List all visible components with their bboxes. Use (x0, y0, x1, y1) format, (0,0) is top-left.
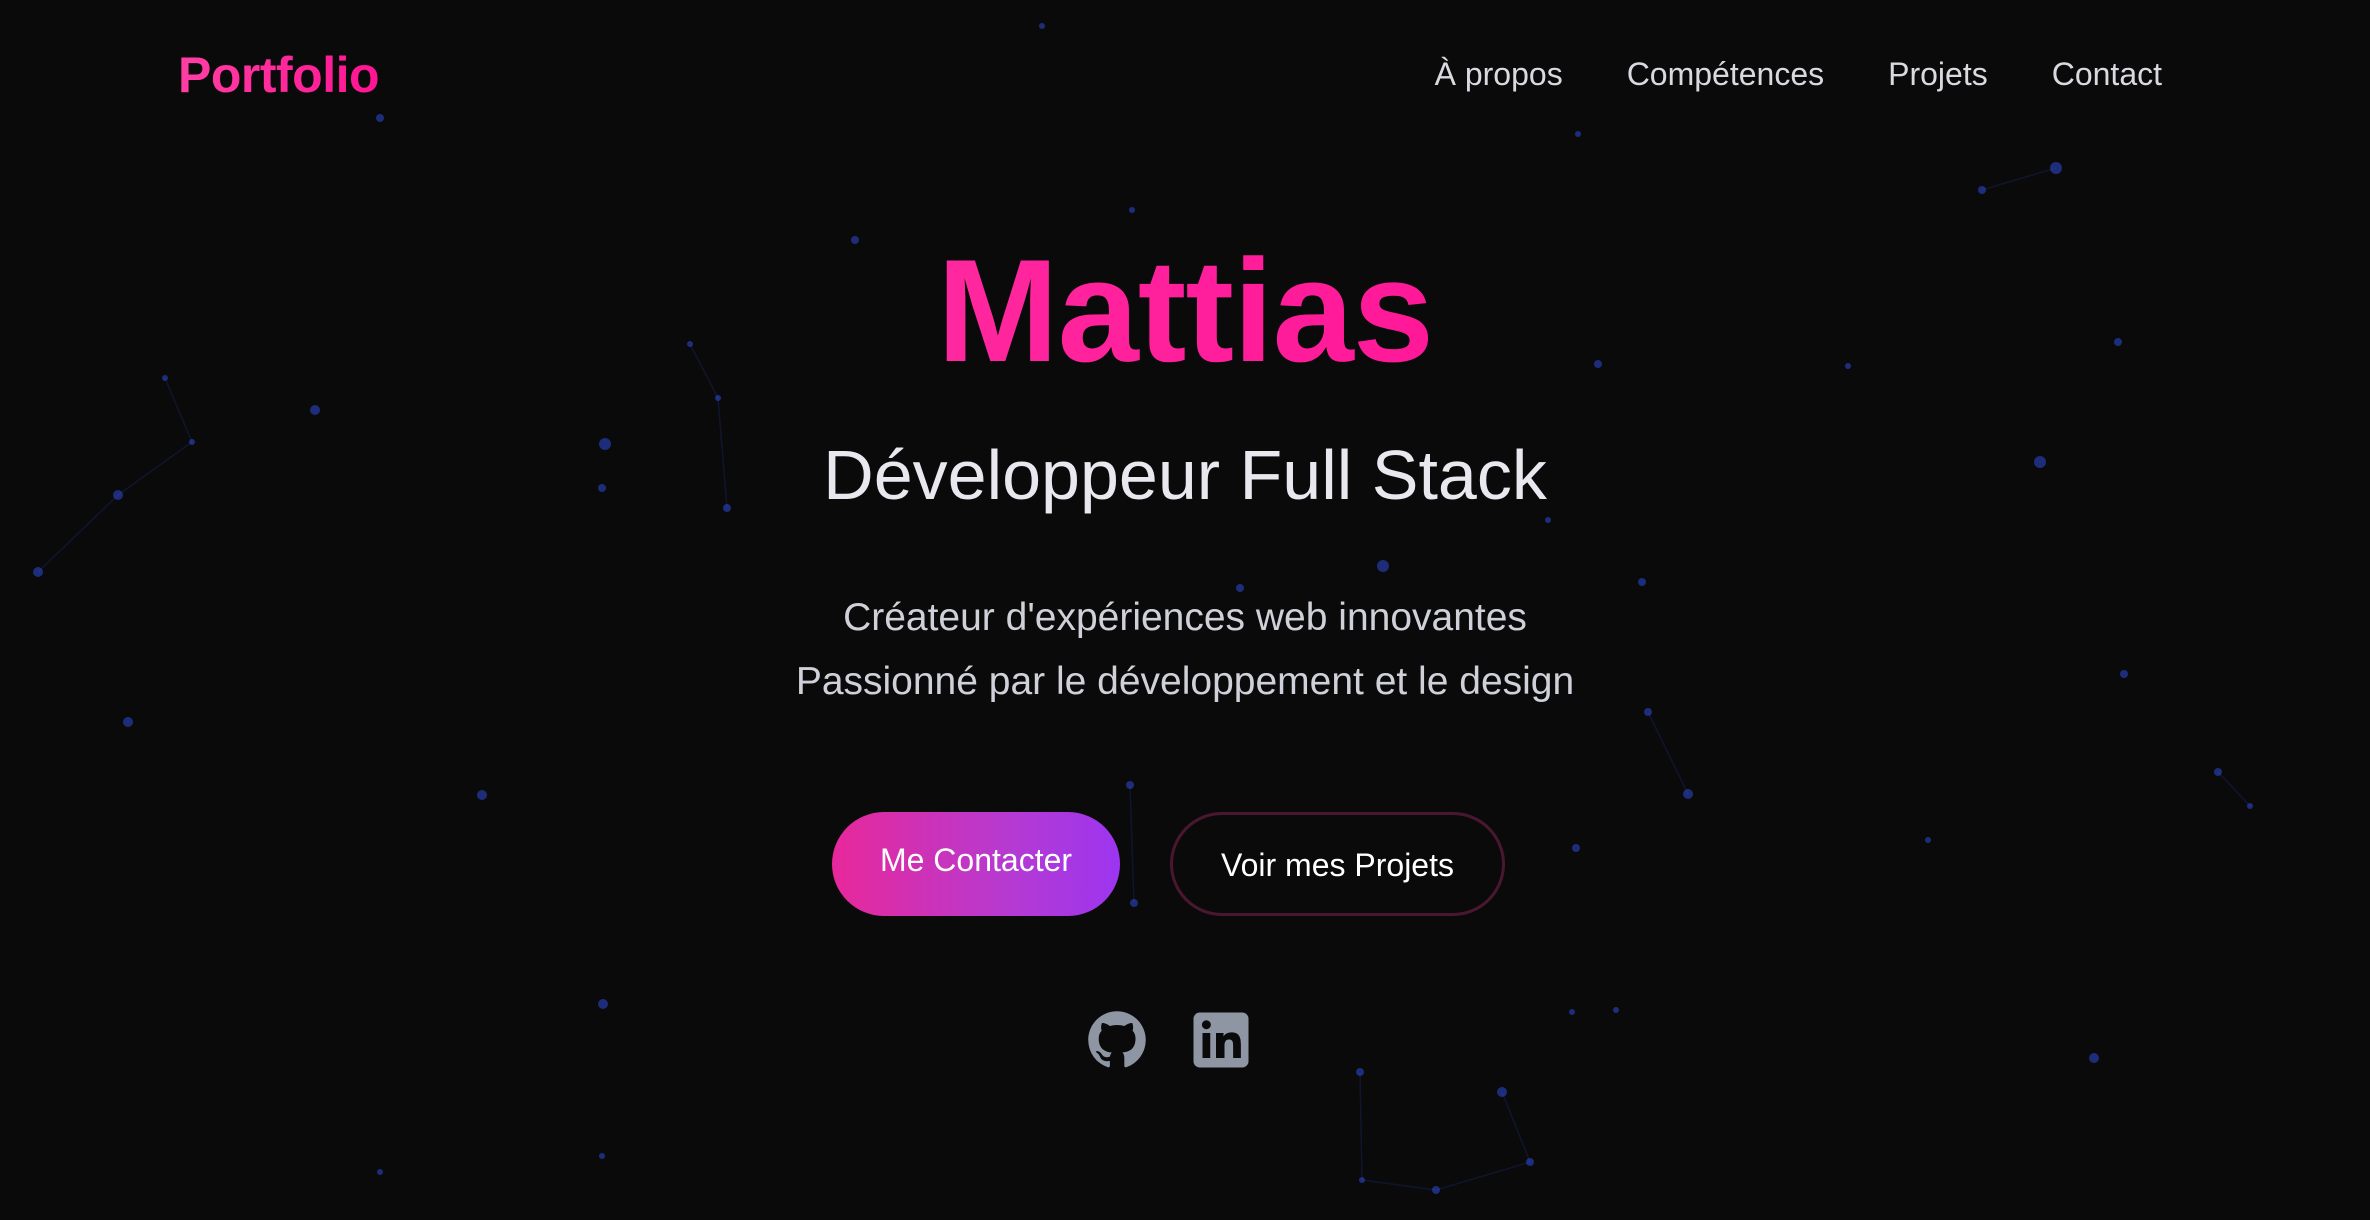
particle-dot (1683, 789, 1693, 799)
particle-link (1129, 784, 1135, 904)
particle-link (2217, 771, 2251, 807)
linkedin-link[interactable] (1191, 1010, 1251, 1070)
particle-dot (1569, 1009, 1575, 1015)
nav-link-skills[interactable]: Compétences (1627, 56, 1824, 93)
particle-link (1501, 1091, 1531, 1163)
particle-dot (2050, 162, 2062, 174)
particle-dot (2089, 1053, 2099, 1063)
particle-dot (310, 405, 320, 415)
particle-dot (1545, 517, 1551, 523)
view-projects-button[interactable]: Voir mes Projets (1170, 812, 1505, 916)
particle-dot (1925, 837, 1931, 843)
particle-dot (1377, 560, 1389, 572)
page: Portfolio À propos Compétences Projets C… (0, 0, 2370, 1220)
particle-link (1647, 711, 1689, 795)
particle-dot (1359, 1177, 1365, 1183)
particle-dot (1497, 1087, 1507, 1097)
contact-button[interactable]: Me Contacter (832, 812, 1120, 916)
logo[interactable]: Portfolio (178, 46, 380, 104)
particle-dot (599, 1153, 605, 1159)
particle-dot (1432, 1186, 1440, 1194)
particle-dot (377, 1169, 383, 1175)
particle-dot (477, 790, 487, 800)
particle-dot (1129, 207, 1135, 213)
particle-dot (1644, 708, 1652, 716)
particle-dot (1356, 1068, 1364, 1076)
particle-link (164, 377, 193, 443)
particle-link (1359, 1071, 1363, 1181)
hero-tagline-2: Passionné par le développement et le des… (795, 660, 1575, 703)
particle-dot (1526, 1158, 1534, 1166)
particle-link (1981, 167, 2057, 191)
github-icon (1088, 1011, 1146, 1068)
nav-links: À propos Compétences Projets Contact (1435, 56, 2162, 93)
particle-dot (598, 999, 608, 1009)
nav-link-projects[interactable]: Projets (1888, 56, 1988, 93)
particle-dot (1638, 578, 1646, 586)
particle-dot (1236, 584, 1244, 592)
hero-name: Mattias (0, 238, 2370, 384)
particle-dot (1613, 1007, 1619, 1013)
hero-role: Développeur Full Stack (823, 436, 1547, 514)
nav-link-contact[interactable]: Contact (2052, 56, 2162, 93)
github-link[interactable] (1087, 1010, 1147, 1070)
particle-dot (2214, 768, 2222, 776)
particle-dot (33, 567, 43, 577)
navbar: Portfolio À propos Compétences Projets C… (0, 0, 2370, 156)
particle-dot (1978, 186, 1986, 194)
linkedin-icon (1193, 1012, 1249, 1068)
particle-dot (1130, 899, 1138, 907)
particle-link (1361, 1179, 1437, 1191)
particle-dot (123, 717, 133, 727)
hero-tagline-1: Créateur d'expériences web innovantes (843, 596, 1527, 639)
particle-link (1435, 1161, 1531, 1191)
particle-dot (1126, 781, 1134, 789)
nav-link-about[interactable]: À propos (1435, 56, 1563, 93)
particle-dot (2247, 803, 2253, 809)
particle-dot (1572, 844, 1580, 852)
particle-dot (715, 395, 721, 401)
